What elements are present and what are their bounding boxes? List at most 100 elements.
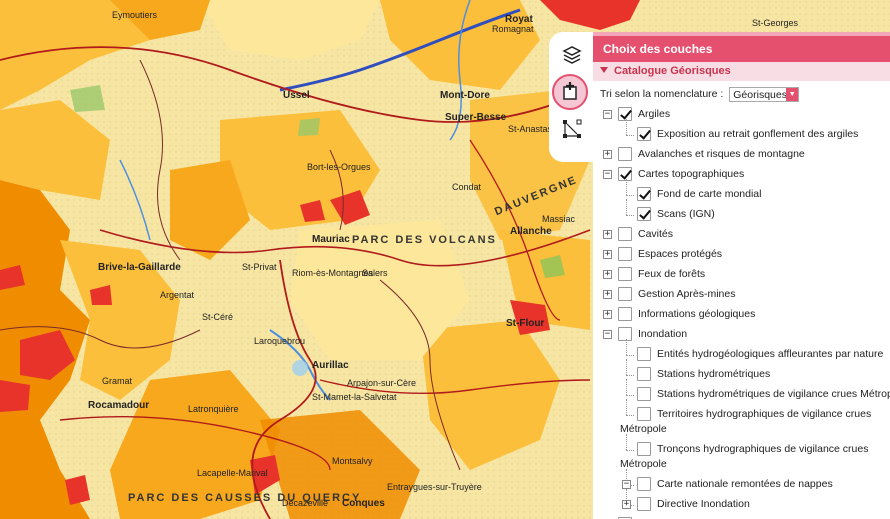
- collapse-icon[interactable]: −: [603, 110, 612, 119]
- expand-icon[interactable]: +: [603, 250, 612, 259]
- map-place-label: Ussel: [283, 90, 310, 101]
- expand-icon[interactable]: +: [603, 150, 612, 159]
- layer-checkbox[interactable]: [637, 387, 651, 401]
- add-layer-icon[interactable]: [552, 74, 588, 110]
- expand-icon[interactable]: +: [622, 500, 631, 509]
- layer-checkbox[interactable]: [618, 247, 632, 261]
- layer-label[interactable]: Espaces protégés: [638, 248, 722, 260]
- layer-checkbox[interactable]: [618, 287, 632, 301]
- layer-checkbox[interactable]: [618, 327, 632, 341]
- layer-checkbox[interactable]: [618, 107, 632, 121]
- layer-label[interactable]: Exposition au retrait gonflement des arg…: [657, 128, 858, 140]
- layer-checkbox[interactable]: [637, 207, 651, 221]
- layer-label[interactable]: Entités hydrogéologiques affleurantes pa…: [657, 348, 883, 360]
- layer-checkbox[interactable]: [637, 407, 651, 421]
- tree-connector: [626, 195, 634, 196]
- tree-connector: [626, 215, 634, 216]
- tool-strip: [549, 32, 595, 162]
- map-place-label: Super-Besse: [445, 112, 507, 123]
- layer-label[interactable]: Carte nationale remontées de nappes: [657, 478, 833, 490]
- collapse-triangle-icon: [600, 67, 608, 73]
- collapse-icon[interactable]: −: [622, 480, 631, 489]
- layer-label[interactable]: Fond de carte mondial: [657, 188, 761, 200]
- map-place-label: St-Privat: [242, 262, 277, 272]
- expand-icon[interactable]: +: [603, 290, 612, 299]
- sort-label: Tri selon la nomenclature :: [600, 88, 724, 100]
- map-place-label: Mauriac: [312, 234, 350, 245]
- network-icon[interactable]: [559, 116, 585, 142]
- layer-checkbox[interactable]: [637, 497, 651, 511]
- layer-checkbox[interactable]: [637, 127, 651, 141]
- map-place-label: St-Georges: [752, 18, 799, 28]
- tree-connector: [626, 339, 627, 355]
- layer-checkbox[interactable]: [618, 267, 632, 281]
- map-place-label: St-Mamet-la-Salvetat: [312, 392, 397, 402]
- sort-row: Tri selon la nomenclature : Géorisques ▼: [593, 83, 890, 105]
- collapse-icon[interactable]: −: [603, 330, 612, 339]
- tree-connector: [626, 395, 634, 396]
- layer-label[interactable]: Tronçons hydrographiques de vigilance cr…: [657, 443, 868, 455]
- map-place-label: Laroquebrou: [254, 336, 306, 346]
- layer-label[interactable]: Informations géologiques: [638, 308, 755, 320]
- tree-connector: [626, 359, 627, 375]
- tree-connector: [626, 379, 627, 395]
- tree-connector: [626, 415, 634, 416]
- layer-label[interactable]: Territoires hydrographiques de vigilance…: [657, 408, 871, 420]
- tree-connector: [626, 450, 634, 451]
- expand-icon[interactable]: +: [603, 310, 612, 319]
- layer-label[interactable]: Cavités: [638, 228, 673, 240]
- tree-connector: [626, 199, 627, 215]
- map-place-label: St-Flour: [506, 318, 545, 329]
- layer-checkbox[interactable]: [637, 477, 651, 491]
- layer-label[interactable]: Feux de forêts: [638, 268, 705, 280]
- map-place-label: Romagnat: [492, 24, 534, 34]
- layer-checkbox[interactable]: [637, 187, 651, 201]
- map-place-label: Allanche: [510, 226, 552, 237]
- map-place-label: Condat: [452, 182, 482, 192]
- layer-checkbox[interactable]: [618, 307, 632, 321]
- map-place-label: Riom-ès-Montagnes: [292, 268, 374, 278]
- layer-label[interactable]: Cartes topographiques: [638, 168, 744, 180]
- layer-checkbox[interactable]: [618, 147, 632, 161]
- layer-subtitle: Métropole: [620, 458, 667, 470]
- map-place-label: Latronquière: [188, 404, 239, 414]
- layer-checkbox[interactable]: [618, 167, 632, 181]
- sort-select[interactable]: Géorisques ▼: [729, 86, 800, 102]
- tree-connector: [626, 399, 627, 415]
- layer-checkbox[interactable]: [637, 442, 651, 456]
- map-place-label: Mont-Dore: [440, 90, 490, 101]
- map-place-label: Lacapelle-Marival: [197, 468, 268, 478]
- map-place-label: Massiac: [542, 214, 576, 224]
- layer-label[interactable]: Avalanches et risques de montagne: [638, 148, 805, 160]
- panel-title: Choix des couches: [593, 32, 890, 62]
- map-place-label: Argentat: [160, 290, 195, 300]
- expand-icon[interactable]: +: [603, 270, 612, 279]
- layer-label[interactable]: Scans (IGN): [657, 208, 715, 220]
- map-place-label: Brive-la-Gaillarde: [98, 262, 181, 273]
- layer-checkbox[interactable]: [637, 367, 651, 381]
- layer-label[interactable]: Stations hydrométriques: [657, 368, 770, 380]
- catalogue-label: Catalogue Géorisques: [614, 65, 731, 77]
- catalogue-header[interactable]: Catalogue Géorisques: [593, 62, 890, 81]
- expand-icon[interactable]: +: [603, 230, 612, 239]
- tree-connector: [626, 375, 634, 376]
- layer-label[interactable]: Gestion Après-mines: [638, 288, 735, 300]
- dropdown-arrow-icon[interactable]: ▼: [786, 87, 799, 101]
- map-place-label: Arpajon-sur-Cère: [347, 378, 417, 388]
- tree-connector: [626, 179, 627, 195]
- layers-icon[interactable]: [559, 42, 585, 68]
- layer-label[interactable]: Inondation: [638, 328, 687, 340]
- tree-connector: [626, 355, 634, 356]
- map-place-label: Gramat: [102, 376, 133, 386]
- map-place-label: Rocamadour: [88, 400, 150, 411]
- sort-value: Géorisques: [733, 88, 787, 101]
- layer-checkbox[interactable]: [637, 347, 651, 361]
- tree-connector: [626, 135, 634, 136]
- tree-connector: [626, 434, 627, 450]
- map-place-label: Montsalvy: [332, 456, 373, 466]
- layer-label[interactable]: Stations hydrométriques de vigilance cru…: [657, 388, 890, 400]
- collapse-icon[interactable]: −: [603, 170, 612, 179]
- layer-checkbox[interactable]: [618, 227, 632, 241]
- layer-label[interactable]: Argiles: [638, 108, 670, 120]
- layer-label[interactable]: Directive Inondation: [657, 498, 750, 510]
